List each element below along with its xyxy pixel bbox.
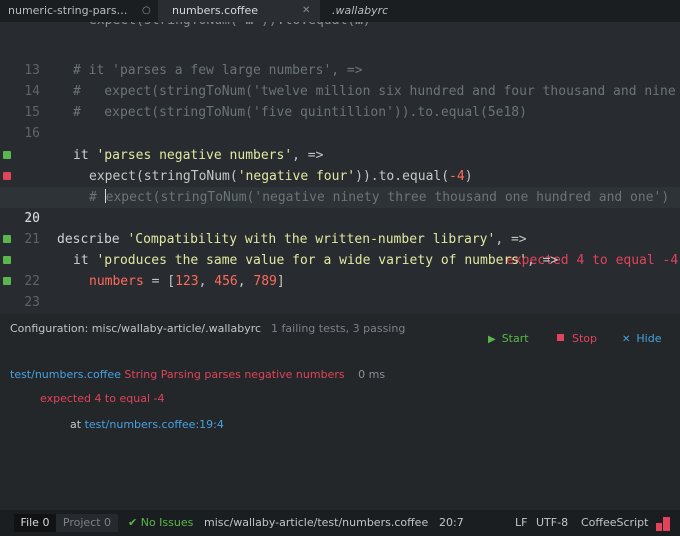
code-line-16: 16 # expect(stringToNum('five quintillio… <box>0 102 680 141</box>
project-issues-tab[interactable]: Project 0 <box>56 514 118 532</box>
issues-label: No Issues <box>140 516 194 529</box>
code-comment: expect(stringToNum('negative ninety thre… <box>105 190 670 205</box>
code-comment: # expect(stringToNum('five quintillion')… <box>73 105 527 120</box>
result-file-link[interactable]: test/numbers.coffee <box>10 368 121 381</box>
code-line-partial: expect(stringToNum('…')).to.equal(…) <box>0 22 680 31</box>
tab-label: .wallabyrc <box>332 4 389 17</box>
stack-location-link[interactable]: test/numbers.coffee:19:4 <box>85 418 224 431</box>
code-line-19: 19 expect(stringToNum('negative four')).… <box>0 166 680 268</box>
string: 'parses negative numbers' <box>96 148 293 163</box>
code-text: = [ <box>143 274 176 289</box>
test-pass-marker[interactable] <box>3 277 11 285</box>
code-editor[interactable]: expect(stringToNum('…')).to.equal(…) 13 … <box>0 22 680 314</box>
tab-wallabyrc[interactable]: .wallabyrc <box>320 0 440 22</box>
result-test-name: parses negative numbers <box>204 368 345 381</box>
wallaby-logo-icon[interactable] <box>656 517 670 531</box>
test-status-summary: 1 failing tests, 3 passing <box>271 322 406 335</box>
test-result-row: test/numbers.coffee String Parsing parse… <box>10 368 385 381</box>
start-label: Start <box>501 332 529 345</box>
result-suite-name: String Parsing <box>124 368 201 381</box>
code-text: , <box>237 274 254 289</box>
test-pass-marker[interactable] <box>3 151 11 159</box>
start-button[interactable]: ▶ Start <box>488 332 529 345</box>
hide-button[interactable]: ✕ Hide <box>622 332 661 345</box>
keyword: it <box>73 148 97 163</box>
code-comment: # it 'parses a few large numbers', => <box>73 63 363 78</box>
file-path[interactable]: misc/wallaby-article/test/numbers.coffee <box>204 510 428 536</box>
code-text: )).to.equal( <box>355 169 450 184</box>
x-icon: ✕ <box>622 334 631 345</box>
code-text: ] <box>276 274 285 289</box>
number: 456 <box>214 274 238 289</box>
grammar-selector[interactable]: CoffeeScript <box>581 510 648 536</box>
cursor-position[interactable]: 20:7 <box>439 510 464 536</box>
configuration-label: Configuration: misc/wallaby-article/.wal… <box>10 322 262 335</box>
tab-label: numeric-string-pars… <box>8 4 128 17</box>
operator: , => <box>526 253 559 268</box>
keyword: describe <box>57 232 128 247</box>
number: 123 <box>175 274 199 289</box>
keyword: it <box>73 253 97 268</box>
code-line-15: 15 # expect(stringToNum('twelve million … <box>0 81 680 120</box>
check-icon: ✔ <box>128 516 138 529</box>
operator: , => <box>495 232 527 247</box>
code-line-18: 18 it 'parses negative numbers', => <box>0 145 680 205</box>
code-line-14: 14 # it 'parses a few large numbers', => <box>0 60 680 99</box>
number: 789 <box>253 274 277 289</box>
stop-button[interactable]: Stop <box>557 332 597 345</box>
line-ending[interactable]: LF <box>515 510 527 536</box>
tab-bar: numeric-string-pars… ○ numbers.coffee ✕ … <box>0 0 680 22</box>
code-comment: # <box>89 190 97 205</box>
test-pass-marker[interactable] <box>3 235 11 243</box>
code-line-23: 23 it 'produces the same value for a wid… <box>0 250 680 310</box>
wallaby-panel: Configuration: misc/wallaby-article/.wal… <box>0 314 680 510</box>
test-fail-marker[interactable] <box>3 172 11 180</box>
code-comment: # expect(stringToNum('twelve million six… <box>73 84 676 99</box>
code-text: ) <box>464 169 473 184</box>
code-text: , <box>198 274 215 289</box>
stop-label: Stop <box>572 332 598 345</box>
code-line-24: 24 numbers = [123, 456, 789] <box>0 271 680 292</box>
issues-indicator[interactable]: ✔ No Issues <box>128 510 193 536</box>
configuration-row: Configuration: misc/wallaby-article/.wal… <box>10 322 405 335</box>
code-line-20-current: 20 # expect(stringToNum('negative ninety… <box>0 187 680 226</box>
operator: , => <box>292 148 324 163</box>
code-line-13: 13 <box>0 39 680 78</box>
status-bar: File 0 Project 0 ✔ No Issues misc/wallab… <box>0 510 680 536</box>
file-encoding[interactable]: UTF-8 <box>536 510 568 536</box>
code-line-22: 22 describe 'Compatibility with the writ… <box>0 229 680 289</box>
string: 'negative four' <box>237 169 356 184</box>
modified-indicator-icon[interactable]: ○ <box>142 0 151 21</box>
number: -4 <box>449 169 465 184</box>
tab-numbers-coffee[interactable]: numbers.coffee ✕ <box>158 0 320 22</box>
stack-trace-row: at test/numbers.coffee:19:4 <box>70 418 224 431</box>
code-line-25: 25 <box>0 292 680 313</box>
variable: numbers <box>89 274 144 289</box>
string: 'produces the same value for a wide vari… <box>96 253 527 268</box>
stop-icon <box>557 334 564 341</box>
string: 'Compatibility with the written-number l… <box>127 232 496 247</box>
tab-numeric-string-parsing[interactable]: numeric-string-pars… ○ <box>0 0 158 22</box>
error-message: expected 4 to equal -4 <box>40 392 165 405</box>
tab-label: numbers.coffee <box>172 4 259 17</box>
close-icon[interactable]: ✕ <box>302 0 310 21</box>
test-pass-marker[interactable] <box>3 256 11 264</box>
code-line-17-blank <box>0 123 680 144</box>
result-duration: 0 ms <box>358 368 386 381</box>
code-line-21: 21 <box>0 208 680 247</box>
file-issues-tab[interactable]: File 0 <box>14 514 56 532</box>
code-text: expect(stringToNum( <box>89 169 238 184</box>
hide-label: Hide <box>636 332 662 345</box>
stack-at-label: at <box>70 418 82 431</box>
play-icon: ▶ <box>488 334 496 345</box>
